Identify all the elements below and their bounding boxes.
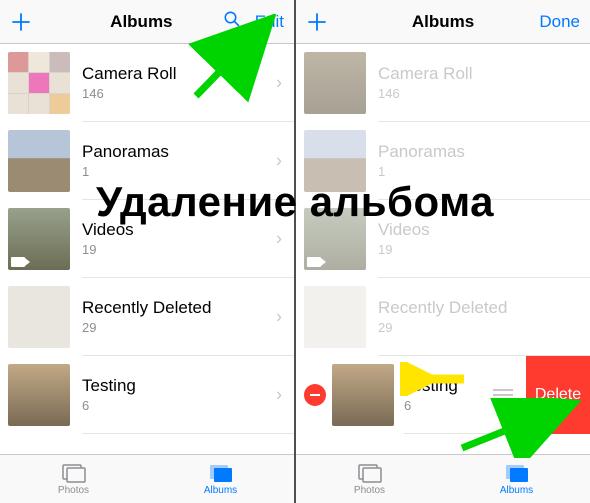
navbar: Albums Done xyxy=(296,0,590,44)
album-name: Panoramas xyxy=(378,142,590,162)
album-name: Videos xyxy=(82,220,294,240)
album-thumbnail xyxy=(304,52,366,114)
album-row[interactable]: Recently Deleted 29 › xyxy=(0,278,294,356)
tab-photos[interactable]: Photos xyxy=(0,455,147,503)
album-count: 19 xyxy=(378,242,590,257)
album-name: Testing xyxy=(404,376,490,396)
tab-albums[interactable]: Albums xyxy=(147,455,294,503)
album-thumbnail xyxy=(304,286,366,348)
album-list-edit: Camera Roll 146 Panoramas 1 Videos 19 xyxy=(296,44,590,454)
album-list: Camera Roll 146 › Panoramas 1 › Videos 1… xyxy=(0,44,294,454)
album-thumbnail xyxy=(8,286,70,348)
album-row: Camera Roll 146 xyxy=(296,44,590,122)
album-name: Recently Deleted xyxy=(378,298,590,318)
nav-title: Albums xyxy=(412,12,474,32)
album-name: Videos xyxy=(378,220,590,240)
album-count: 6 xyxy=(82,398,294,413)
album-thumbnail xyxy=(8,130,70,192)
search-icon[interactable] xyxy=(223,10,241,33)
tab-label: Albums xyxy=(500,485,533,496)
add-icon[interactable] xyxy=(10,11,32,33)
album-row[interactable]: Camera Roll 146 › xyxy=(0,44,294,122)
done-button[interactable]: Done xyxy=(539,12,580,32)
album-count: 146 xyxy=(378,86,590,101)
tab-albums[interactable]: Albums xyxy=(443,455,590,503)
album-thumbnail xyxy=(304,130,366,192)
chevron-right-icon: › xyxy=(276,72,282,93)
album-row[interactable]: Testing 6 › xyxy=(0,356,294,434)
reorder-handle-icon[interactable] xyxy=(490,389,516,401)
phone-left: Albums Edit Camera Roll 146 › Pan xyxy=(0,0,294,503)
album-thumbnail xyxy=(8,52,70,114)
navbar: Albums Edit xyxy=(0,0,294,44)
video-icon xyxy=(307,257,321,267)
album-thumbnail xyxy=(8,208,70,270)
video-icon xyxy=(11,257,25,267)
add-icon[interactable] xyxy=(306,11,328,33)
chevron-right-icon: › xyxy=(276,384,282,405)
album-row[interactable]: Panoramas 1 › xyxy=(0,122,294,200)
tab-photos[interactable]: Photos xyxy=(296,455,443,503)
album-row-swiped[interactable]: Testing 6 Delete xyxy=(296,356,590,434)
album-name: Testing xyxy=(82,376,294,396)
delete-mark-icon[interactable] xyxy=(304,384,326,406)
album-thumbnail xyxy=(304,208,366,270)
album-name: Recently Deleted xyxy=(82,298,294,318)
album-row: Recently Deleted 29 xyxy=(296,278,590,356)
tab-label: Photos xyxy=(58,485,89,496)
delete-button[interactable]: Delete xyxy=(526,356,590,434)
album-row: Panoramas 1 xyxy=(296,122,590,200)
album-count: 146 xyxy=(82,86,294,101)
album-count: 19 xyxy=(82,242,294,257)
album-thumbnail xyxy=(332,364,394,426)
nav-title: Albums xyxy=(110,12,172,32)
album-count: 1 xyxy=(82,164,294,179)
album-count: 29 xyxy=(378,320,590,335)
album-row[interactable]: Videos 19 › xyxy=(0,200,294,278)
chevron-right-icon: › xyxy=(276,150,282,171)
album-thumbnail xyxy=(8,364,70,426)
album-count: 1 xyxy=(378,164,590,179)
tabbar: Photos Albums xyxy=(296,454,590,503)
phone-right: Albums Done Camera Roll 146 Panoramas 1 xyxy=(296,0,590,503)
album-count: 29 xyxy=(82,320,294,335)
edit-button[interactable]: Edit xyxy=(255,12,284,32)
tab-label: Photos xyxy=(354,485,385,496)
tab-label: Albums xyxy=(204,485,237,496)
album-row: Videos 19 xyxy=(296,200,590,278)
album-name: Camera Roll xyxy=(378,64,590,84)
tabbar: Photos Albums xyxy=(0,454,294,503)
album-name: Panoramas xyxy=(82,142,294,162)
chevron-right-icon: › xyxy=(276,228,282,249)
chevron-right-icon: › xyxy=(276,306,282,327)
album-count: 6 xyxy=(404,398,490,413)
album-name: Camera Roll xyxy=(82,64,294,84)
